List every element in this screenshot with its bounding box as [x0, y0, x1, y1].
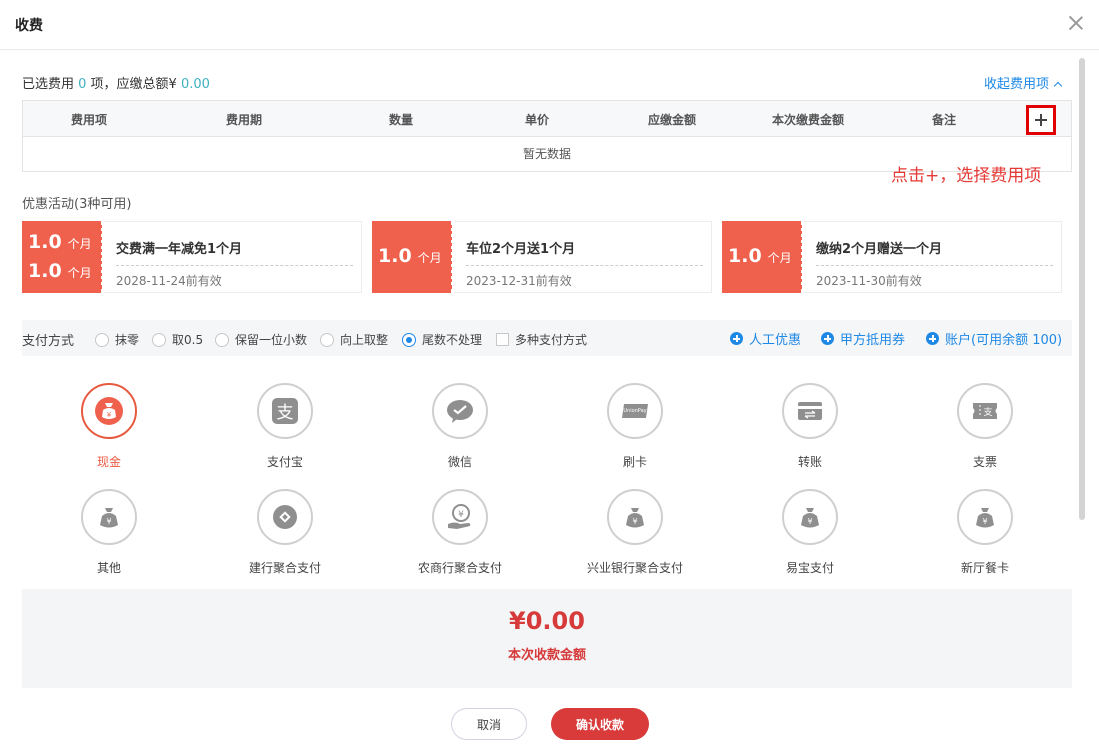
total-panel: ¥0.00 本次收款金额	[22, 589, 1072, 688]
svg-text:¥: ¥	[458, 510, 464, 520]
column-header: 备注	[931, 113, 957, 127]
divider	[116, 265, 353, 266]
summary-mid: 项，应缴总额¥	[86, 77, 181, 92]
promotion-card[interactable]: 1.0 个月 1.0 个月 交费满一年减免1个月 2028-11-24前有效	[22, 221, 362, 293]
column-header: 单价	[524, 113, 550, 127]
promotion-name: 缴纳2个月赠送一个月	[816, 242, 943, 257]
close-icon[interactable]	[1067, 14, 1085, 32]
column-header: 费用项	[70, 113, 108, 127]
manual-discount-link[interactable]: 人工优惠	[730, 329, 801, 348]
svg-text:¥: ¥	[106, 517, 111, 526]
promotion-card[interactable]: 1.0 个月 车位2个月送1个月 2023-12-31前有效	[372, 221, 712, 293]
dialog-title: 收费	[15, 18, 43, 34]
payment-method-label: 转账	[797, 455, 822, 469]
column-header: 本次缴费金额	[771, 113, 845, 127]
cheque-icon: 支	[957, 383, 1013, 439]
money-bag-icon: ¥	[957, 489, 1013, 545]
total-due: 0.00	[180, 77, 210, 92]
chevron-up-icon	[1053, 81, 1063, 91]
add-fee-item-button[interactable]	[1026, 105, 1056, 135]
summary-prefix: 已选费用	[22, 77, 79, 92]
ccb-icon	[257, 489, 313, 545]
scrollbar[interactable]	[1079, 58, 1085, 520]
money-bag-icon: ¥	[81, 383, 137, 439]
fee-summary: 已选费用 0 项，应缴总额¥ 0.00	[22, 73, 210, 92]
wechat-icon	[432, 383, 488, 439]
plus-circle-icon	[926, 332, 939, 345]
promotion-name: 车位2个月送1个月	[466, 242, 576, 257]
payment-method-label: 支票	[972, 455, 997, 469]
money-bag-icon: ¥	[81, 489, 137, 545]
promotion-name: 交费满一年减免1个月	[116, 242, 243, 257]
collapse-fee-items-link[interactable]: 收起费用项	[984, 73, 1063, 92]
promotion-amount-panel: 1.0 个月	[722, 221, 804, 293]
money-bag-icon: ¥	[782, 489, 838, 545]
total-label: 本次收款金额	[507, 648, 586, 663]
column-header: 应缴金额	[647, 113, 697, 127]
column-header: 数量	[388, 113, 414, 127]
promotion-amount: 1.0 个月	[378, 245, 442, 267]
promotion-amount-panel: 1.0 个月 1.0 个月	[22, 221, 104, 293]
rounding-radio-selected[interactable]: 尾数不处理	[402, 331, 482, 348]
annotation-text: 点击+，选择费用项	[891, 166, 1042, 186]
svg-text:¥: ¥	[807, 517, 812, 526]
svg-text:¥: ¥	[982, 517, 987, 526]
promotion-amount: 1.0 个月	[28, 231, 92, 253]
payment-method-label: 其他	[96, 561, 121, 575]
svg-text:UnionPay: UnionPay	[623, 408, 646, 414]
bank-card-icon: UnionPay	[607, 383, 663, 439]
payment-method-label: 支付宝	[266, 455, 303, 469]
promotions-title: 优惠活动(3种可用)	[22, 197, 132, 212]
promotion-amount: 1.0 个月	[728, 245, 792, 267]
voucher-link[interactable]: 甲方抵用券	[821, 329, 905, 348]
promotion-validity: 2028-11-24前有效	[116, 274, 222, 288]
promotion-card[interactable]: 1.0 个月 缴纳2个月赠送一个月 2023-11-30前有效	[722, 221, 1062, 293]
payment-method-label: 刷卡	[622, 455, 647, 469]
rounding-radio[interactable]: 取0.5	[152, 331, 203, 348]
promotion-validity: 2023-12-31前有效	[466, 274, 572, 288]
payment-method-label: 新厅餐卡	[960, 561, 1009, 575]
money-bag-icon: ¥	[607, 489, 663, 545]
payment-method-label: 易宝支付	[785, 561, 834, 575]
multi-payment-checkbox[interactable]: 多种支付方式	[496, 331, 587, 348]
account-balance-link[interactable]: 账户(可用余额 100)	[926, 329, 1062, 348]
svg-text:支: 支	[277, 403, 294, 423]
payment-method-label: 兴业银行聚合支付	[586, 561, 683, 575]
payment-method-label: 微信	[447, 455, 472, 469]
plus-circle-icon	[821, 332, 834, 345]
svg-text:支: 支	[983, 406, 992, 418]
payment-options-bar: 支付方式 抹零 取0.5 保留一位小数 向上取整 尾数不处理 多种支付方式 人工…	[22, 320, 1072, 356]
coin-hand-icon: ¥	[432, 489, 488, 545]
rounding-radio[interactable]: 保留一位小数	[215, 331, 307, 348]
svg-text:¥: ¥	[107, 411, 112, 419]
promotion-amount: 1.0 个月	[28, 260, 92, 282]
svg-text:¥: ¥	[632, 517, 637, 526]
column-header: 费用期	[225, 113, 263, 127]
rounding-radio[interactable]: 向上取整	[320, 331, 388, 348]
cancel-button[interactable]: 取消	[451, 708, 527, 740]
promotion-amount-panel: 1.0 个月	[372, 221, 454, 293]
plus-circle-icon	[730, 332, 743, 345]
collapse-label: 收起费用项	[984, 77, 1050, 92]
dialog-header: 收费	[0, 0, 1099, 50]
total-amount: ¥0.00	[509, 607, 585, 635]
payment-method-label: 支付方式	[22, 334, 75, 349]
rounding-radio[interactable]: 抹零	[95, 331, 139, 348]
payment-method-label: 现金	[96, 455, 121, 469]
payment-method-label: 建行聚合支付	[248, 561, 321, 575]
confirm-payment-button[interactable]: 确认收款	[551, 708, 649, 740]
promotion-validity: 2023-11-30前有效	[816, 274, 922, 288]
payment-method-label: 农商行聚合支付	[417, 561, 502, 575]
divider	[466, 265, 703, 266]
alipay-icon: 支	[257, 383, 313, 439]
fee-table-header: 费用项 费用期 数量 单价 应缴金额 本次缴费金额 备注	[23, 101, 1071, 137]
divider	[816, 265, 1053, 266]
transfer-icon	[782, 383, 838, 439]
